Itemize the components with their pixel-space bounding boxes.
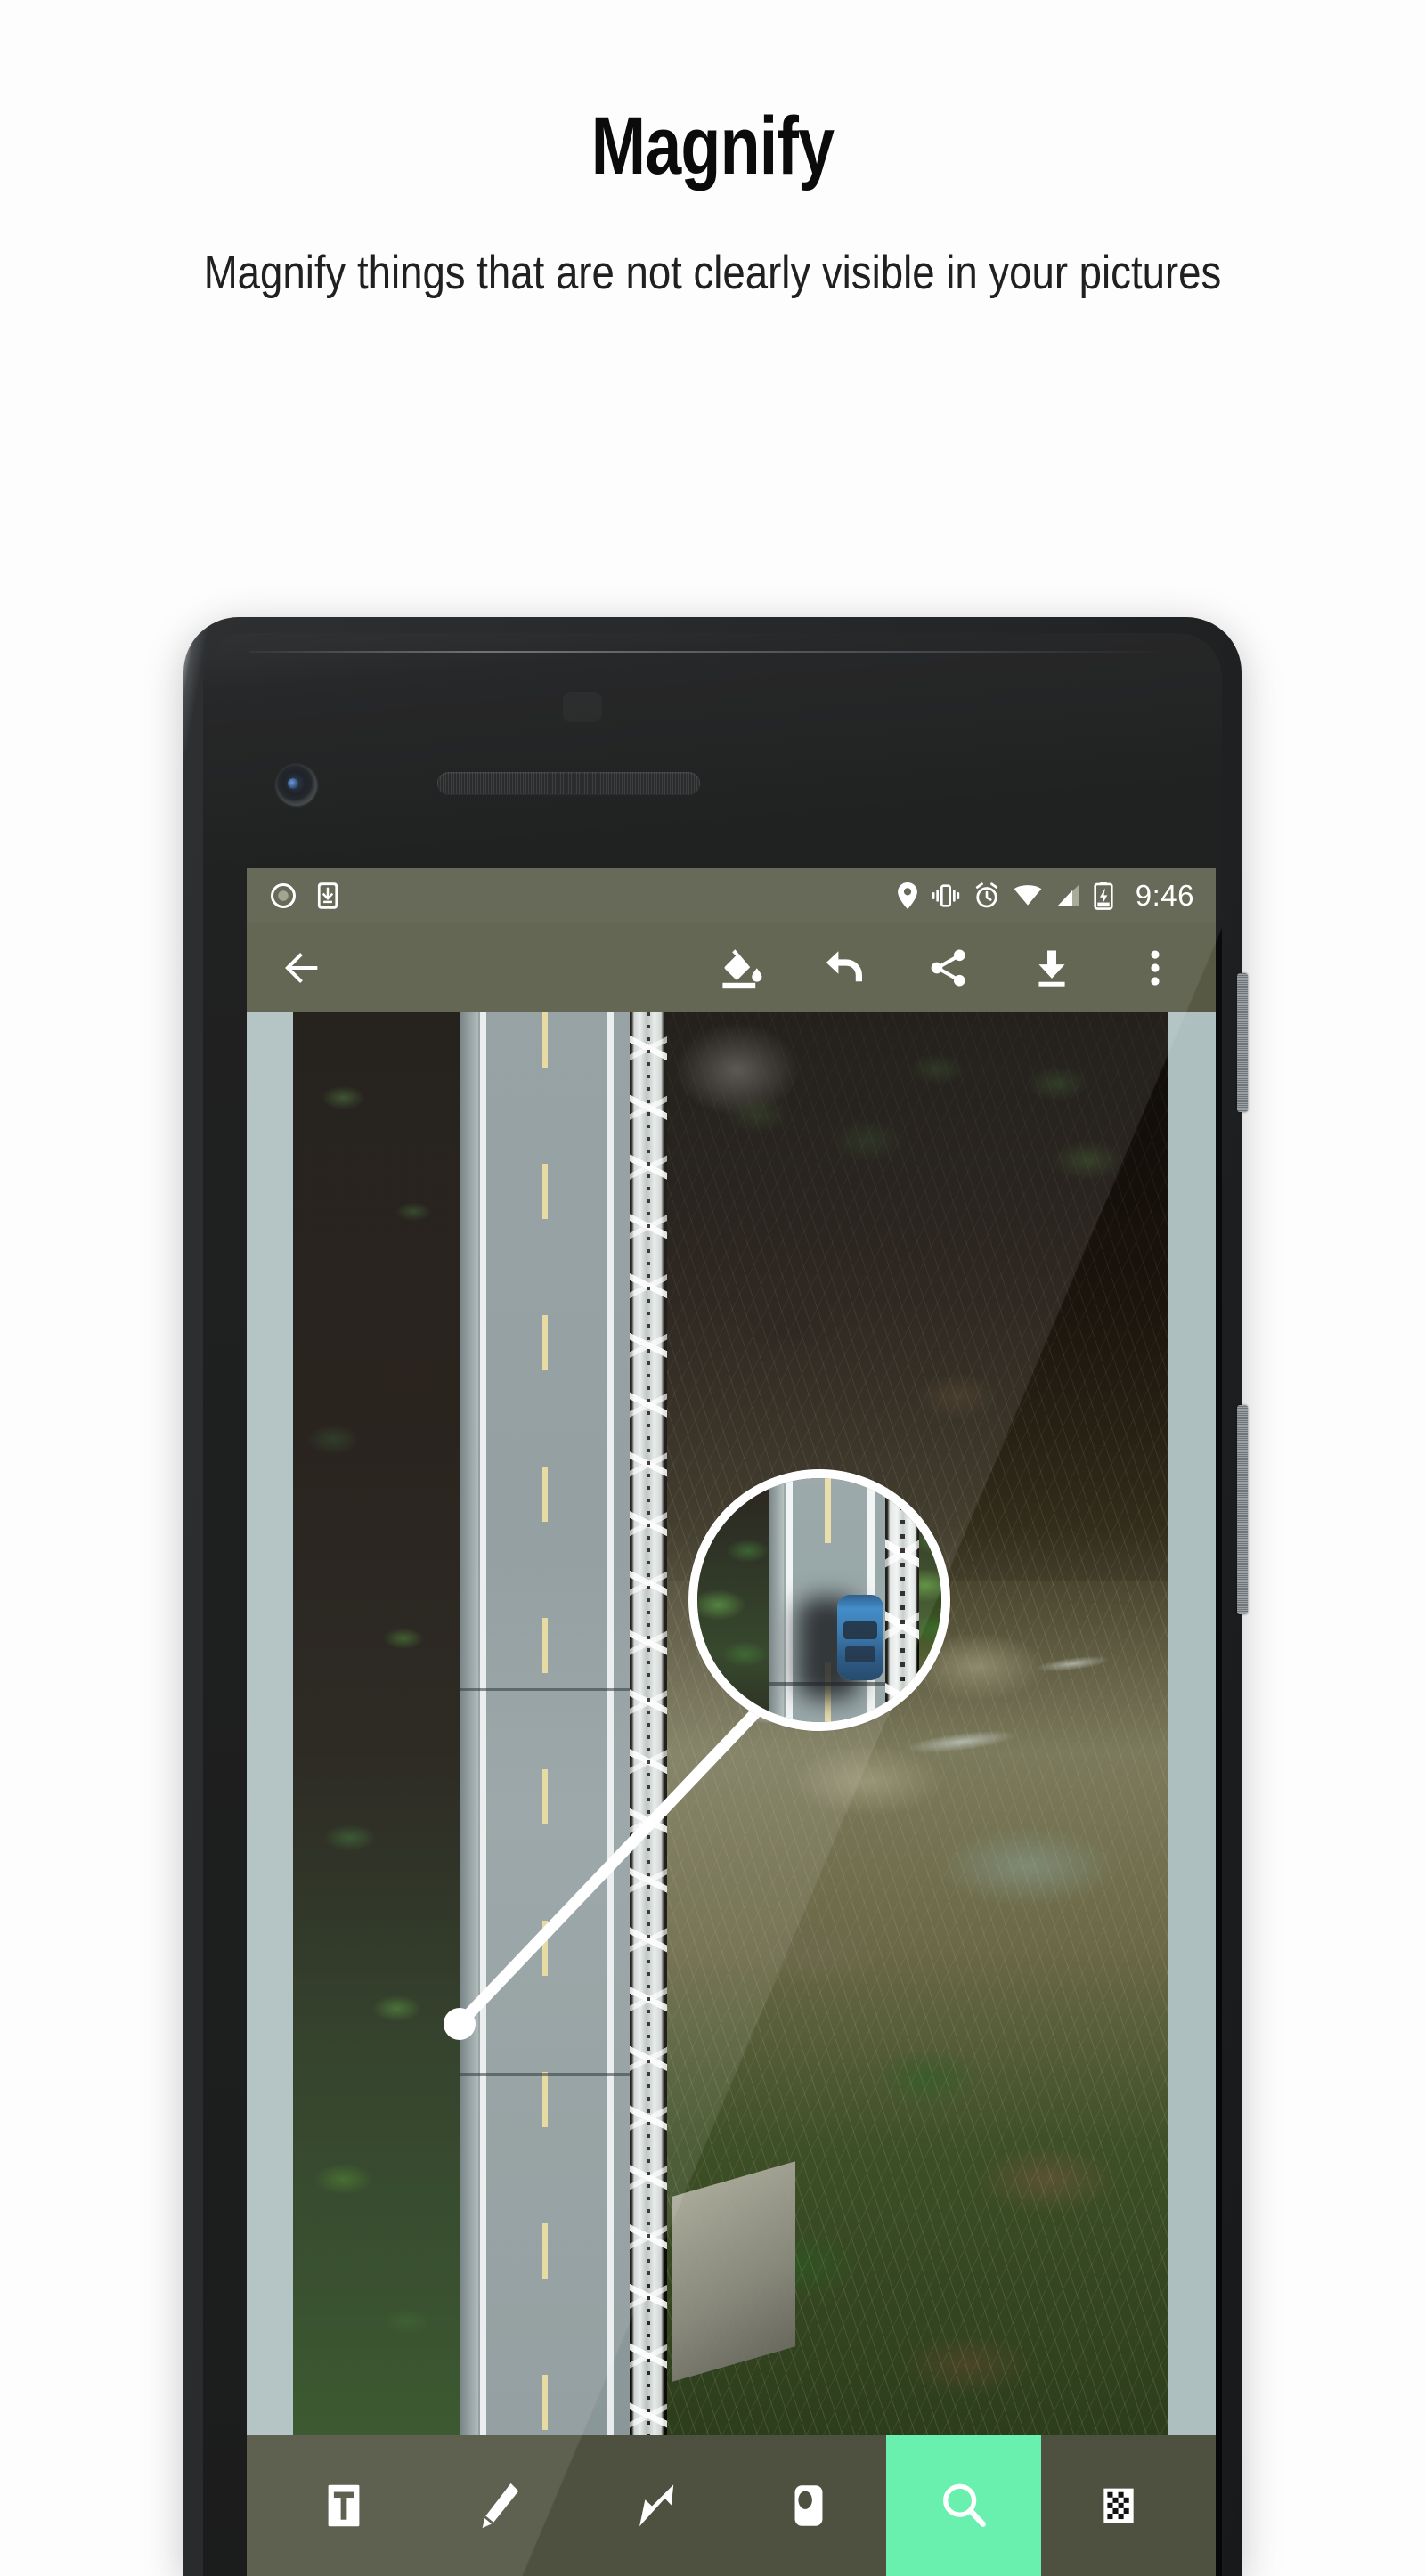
promo-header: Magnify Magnify things that are not clea… xyxy=(0,0,1425,305)
photo-deck-seam xyxy=(460,2072,630,2076)
magnifier-content xyxy=(697,1478,941,1722)
battery-charging-icon xyxy=(1094,882,1113,910)
status-bar-clock: 9:46 xyxy=(1135,879,1194,912)
letterbox-right xyxy=(1168,1012,1216,2435)
magnified-forest-left xyxy=(697,1478,770,1722)
tool-magnify[interactable] xyxy=(886,2435,1041,2576)
front-camera-icon xyxy=(276,765,317,806)
phone-mockup: 9:46 xyxy=(183,617,1248,2576)
photo-road-edge-left xyxy=(480,1012,486,2435)
magnified-deck-seam xyxy=(770,1682,885,1686)
page-subtitle: Magnify things that are not clearly visi… xyxy=(203,247,1222,299)
earpiece-speaker-icon xyxy=(437,772,700,794)
tool-shape[interactable] xyxy=(731,2435,886,2576)
magnified-road-edge-left xyxy=(786,1478,793,1722)
magnifier-annotation[interactable] xyxy=(688,1469,950,1731)
undo-button[interactable] xyxy=(813,936,877,1000)
proximity-sensor-icon xyxy=(563,692,602,722)
alarm-icon xyxy=(973,882,1000,909)
photo-road-edge-right xyxy=(607,1012,614,2435)
page-title: Magnify xyxy=(590,101,835,191)
location-pin-icon xyxy=(897,882,918,909)
vibrate-icon xyxy=(932,883,960,908)
letterbox-left xyxy=(247,1012,295,2435)
power-button[interactable] xyxy=(1237,973,1248,1112)
status-bar: 9:46 xyxy=(247,868,1216,923)
screen-record-icon xyxy=(270,882,297,909)
photo-steel-truss xyxy=(630,1012,667,2435)
tool-pixelate[interactable] xyxy=(1041,2435,1196,2576)
photo-canvas[interactable] xyxy=(247,1012,1216,2435)
photo-forest-left xyxy=(293,1012,460,2435)
download-to-device-icon xyxy=(316,882,339,910)
magnified-road-shoulder xyxy=(770,1478,784,1722)
photo-deck-seam xyxy=(460,1688,630,1692)
tool-arrow[interactable] xyxy=(576,2435,731,2576)
magnified-forest-right xyxy=(919,1478,941,1722)
tool-text[interactable] xyxy=(266,2435,421,2576)
phone-screen: 9:46 xyxy=(247,868,1216,2576)
glass-highlight xyxy=(249,651,1165,653)
photo-road-shoulder xyxy=(460,1012,478,2435)
magnified-center-line xyxy=(825,1478,831,1722)
photo-roadway xyxy=(460,1012,708,2435)
back-button[interactable] xyxy=(270,936,334,1000)
save-button[interactable] xyxy=(1020,936,1084,1000)
fill-color-button[interactable] xyxy=(710,936,774,1000)
volume-button[interactable] xyxy=(1237,1405,1248,1614)
phone-front-glass: 9:46 xyxy=(203,633,1222,2576)
magnified-blue-car xyxy=(837,1595,884,1680)
cell-signal-icon xyxy=(1055,883,1080,908)
wifi-icon xyxy=(1014,883,1042,908)
photo-bridge-abutment xyxy=(672,2161,795,2382)
magnifier-anchor-dot[interactable] xyxy=(444,2008,476,2040)
aerial-bridge-photo xyxy=(293,1012,1168,2435)
photo-center-line xyxy=(542,1012,548,2435)
tool-strip xyxy=(247,2435,1216,2576)
more-options-button[interactable] xyxy=(1123,936,1187,1000)
tool-draw[interactable] xyxy=(421,2435,576,2576)
share-button[interactable] xyxy=(916,936,981,1000)
app-toolbar xyxy=(247,923,1216,1012)
magnified-steel-truss xyxy=(885,1478,919,1722)
